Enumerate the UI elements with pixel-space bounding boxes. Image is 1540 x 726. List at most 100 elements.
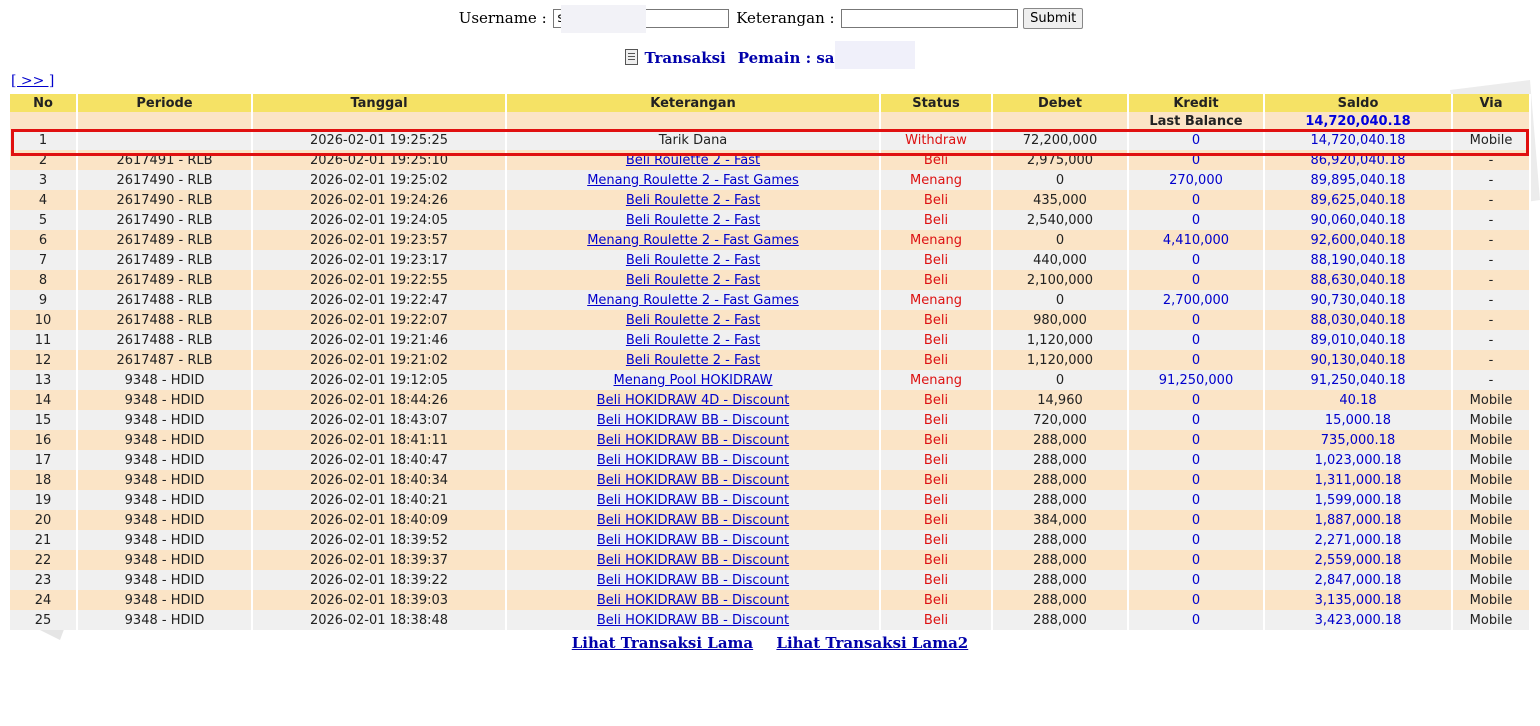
cell-saldo: 15,000.18 bbox=[1265, 410, 1453, 430]
keterangan-link[interactable]: Beli HOKIDRAW BB - Discount bbox=[597, 413, 789, 428]
cell-status-text: Beli bbox=[923, 532, 949, 548]
keterangan-link[interactable]: Beli HOKIDRAW BB - Discount bbox=[597, 493, 789, 508]
cell-no-text: 5 bbox=[38, 212, 48, 228]
keterangan-link[interactable]: Beli HOKIDRAW BB - Discount bbox=[597, 613, 789, 628]
table-row: 11 2617488 - RLB 2026-02-01 19:21:46 Beli R… bbox=[10, 330, 1531, 350]
cell-keterangan: Beli Roulette 2 - Fast bbox=[507, 250, 881, 270]
cell-periode-text: 9348 - HDID bbox=[124, 512, 205, 528]
cell-no: 2 bbox=[10, 150, 78, 170]
cell-via: Mobile bbox=[1453, 470, 1531, 490]
cell-no-text: 11 bbox=[34, 332, 52, 348]
column-header: Via bbox=[1453, 94, 1531, 112]
cell-periode: 9348 - HDID bbox=[78, 550, 253, 570]
cell-status-text: Beli bbox=[923, 412, 949, 428]
keterangan-link[interactable]: Beli HOKIDRAW BB - Discount bbox=[597, 573, 789, 588]
table-header-row: No Periode Tanggal Keterangan Status Deb… bbox=[10, 94, 1531, 112]
table-row: 2 2617491 - RLB 2026-02-01 19:25:10 Beli Ro… bbox=[10, 150, 1531, 170]
keterangan-link[interactable]: Menang Roulette 2 - Fast Games bbox=[587, 233, 799, 248]
title-transaksi: Transaksi bbox=[644, 49, 726, 67]
cell-kredit-text: 0 bbox=[1191, 412, 1201, 428]
cell-status-text: Beli bbox=[923, 212, 949, 228]
cell-tanggal: 2026-02-01 19:21:46 bbox=[253, 330, 507, 350]
cell-kredit: 0 bbox=[1129, 610, 1265, 630]
cell-keterangan: Beli HOKIDRAW BB - Discount bbox=[507, 570, 881, 590]
keterangan-link[interactable]: Beli HOKIDRAW BB - Discount bbox=[597, 533, 789, 548]
cell-kredit: 4,410,000 bbox=[1129, 230, 1265, 250]
keterangan-input[interactable] bbox=[841, 9, 1019, 28]
keterangan-link[interactable]: Menang Pool HOKIDRAW bbox=[614, 373, 773, 388]
keterangan-link[interactable]: Beli HOKIDRAW BB - Discount bbox=[597, 453, 789, 468]
cell-periode: 2617488 - RLB bbox=[78, 290, 253, 310]
cell-periode: 2617490 - RLB bbox=[78, 170, 253, 190]
keterangan-link[interactable]: Beli Roulette 2 - Fast bbox=[626, 253, 760, 268]
cell-periode bbox=[78, 130, 253, 150]
cell-periode-text: 2617490 - RLB bbox=[116, 192, 213, 208]
keterangan-link[interactable]: Beli HOKIDRAW BB - Discount bbox=[597, 433, 789, 448]
cell-keterangan: Beli Roulette 2 - Fast bbox=[507, 330, 881, 350]
keterangan-link[interactable]: Beli Roulette 2 - Fast bbox=[626, 333, 760, 348]
cell-tanggal-text: 2026-02-01 18:39:03 bbox=[309, 592, 449, 608]
cell-saldo-text: 1,887,000.18 bbox=[1314, 512, 1402, 528]
cell-no: 17 bbox=[10, 450, 78, 470]
cell-kredit-text: 0 bbox=[1191, 392, 1201, 408]
cell-status: Menang bbox=[881, 370, 993, 390]
cell-tanggal-text: 2026-02-01 18:40:09 bbox=[309, 512, 449, 528]
cell-keterangan: Beli HOKIDRAW BB - Discount bbox=[507, 410, 881, 430]
cell-status-text: Beli bbox=[923, 612, 949, 628]
cell-periode: 2617490 - RLB bbox=[78, 190, 253, 210]
submit-button[interactable]: Submit bbox=[1023, 8, 1084, 29]
cell-keterangan: Beli HOKIDRAW BB - Discount bbox=[507, 470, 881, 490]
keterangan-link[interactable]: Beli Roulette 2 - Fast bbox=[626, 213, 760, 228]
keterangan-link[interactable]: Beli Roulette 2 - Fast bbox=[626, 273, 760, 288]
cell-kredit-text: 0 bbox=[1191, 132, 1201, 148]
cell-periode-text: 9348 - HDID bbox=[124, 432, 205, 448]
lihat-transaksi-lama-link[interactable]: Lihat Transaksi Lama bbox=[572, 634, 753, 652]
cell-via-text: Mobile bbox=[1469, 472, 1513, 488]
cell-tanggal: 2026-02-01 19:25:10 bbox=[253, 150, 507, 170]
cell-kredit: 91,250,000 bbox=[1129, 370, 1265, 390]
cell-debet: 288,000 bbox=[993, 430, 1129, 450]
cell-status-text: Withdraw bbox=[905, 132, 967, 148]
cell-kredit-text: 0 bbox=[1191, 252, 1201, 268]
keterangan-link[interactable]: Beli HOKIDRAW BB - Discount bbox=[597, 513, 789, 528]
keterangan-link[interactable]: Menang Roulette 2 - Fast Games bbox=[587, 293, 799, 308]
cell-saldo-text: 1,311,000.18 bbox=[1314, 472, 1402, 488]
cell-no: 22 bbox=[10, 550, 78, 570]
keterangan-link[interactable]: Beli Roulette 2 - Fast bbox=[626, 353, 760, 368]
keterangan-link[interactable]: Menang Roulette 2 - Fast Games bbox=[587, 173, 799, 188]
cell-via-text: Mobile bbox=[1469, 512, 1513, 528]
cell-keterangan: Beli Roulette 2 - Fast bbox=[507, 150, 881, 170]
cell-status-text: Beli bbox=[923, 152, 949, 168]
cell-saldo: 14,720,040.18 bbox=[1265, 130, 1453, 150]
cell-status: Beli bbox=[881, 210, 993, 230]
keterangan-link[interactable]: Beli HOKIDRAW BB - Discount bbox=[597, 593, 789, 608]
cell-no-text: 8 bbox=[38, 272, 48, 288]
keterangan-link[interactable]: Beli HOKIDRAW BB - Discount bbox=[597, 473, 789, 488]
lihat-transaksi-lama2-link[interactable]: Lihat Transaksi Lama2 bbox=[776, 634, 968, 652]
cell-periode: 9348 - HDID bbox=[78, 610, 253, 630]
keterangan-link[interactable]: Beli Roulette 2 - Fast bbox=[626, 313, 760, 328]
cell-status: Beli bbox=[881, 150, 993, 170]
keterangan-link[interactable]: Beli HOKIDRAW BB - Discount bbox=[597, 553, 789, 568]
transaction-table: No Periode Tanggal Keterangan Status Deb… bbox=[10, 94, 1531, 630]
cell-saldo-text: 735,000.18 bbox=[1320, 432, 1396, 448]
cell-periode: 2617488 - RLB bbox=[78, 330, 253, 350]
cell-kredit-text: 0 bbox=[1191, 432, 1201, 448]
next-page-link[interactable]: [ >> ] bbox=[11, 73, 54, 89]
keterangan-label: Keterangan : bbox=[736, 8, 835, 27]
cell-status-text: Menang bbox=[910, 232, 962, 248]
keterangan-link[interactable]: Beli Roulette 2 - Fast bbox=[626, 153, 760, 168]
cell-periode: 9348 - HDID bbox=[78, 510, 253, 530]
cell-kredit-text: 0 bbox=[1191, 472, 1201, 488]
keterangan-link[interactable]: Beli Roulette 2 - Fast bbox=[626, 193, 760, 208]
cell-no-text: 10 bbox=[34, 312, 52, 328]
keterangan-link[interactable]: Beli HOKIDRAW 4D - Discount bbox=[597, 393, 790, 408]
cell-kredit: 0 bbox=[1129, 190, 1265, 210]
cell-saldo-text: 88,190,040.18 bbox=[1310, 252, 1406, 268]
cell-no-text: 19 bbox=[34, 492, 52, 508]
cell-tanggal-text: 2026-02-01 19:25:10 bbox=[309, 152, 449, 168]
username-input-wrapper bbox=[553, 4, 730, 33]
cell-no-text: 3 bbox=[38, 172, 48, 188]
cell-via-text: - bbox=[1488, 152, 1494, 168]
cell-no-text: 25 bbox=[34, 612, 52, 628]
